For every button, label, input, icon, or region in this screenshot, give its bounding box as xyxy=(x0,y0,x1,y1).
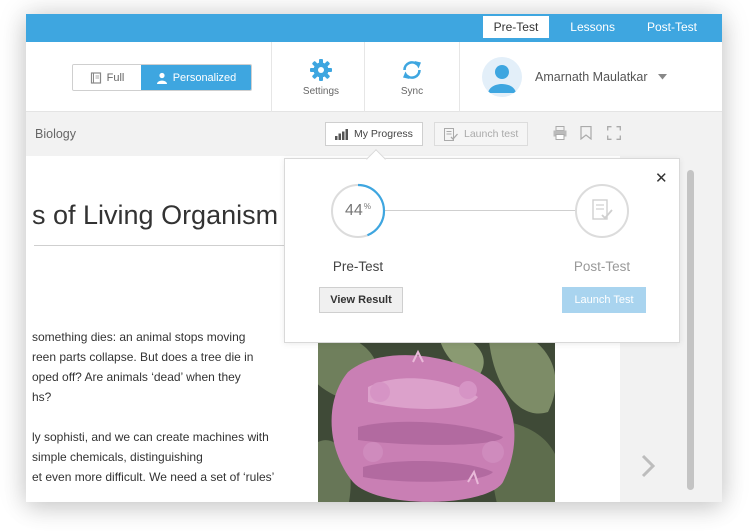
person-icon xyxy=(156,72,167,84)
settings-label: Settings xyxy=(302,85,340,97)
header-divider xyxy=(364,42,365,112)
pre-test-percent-value: 44 xyxy=(345,202,363,219)
tab-post-test[interactable]: Post-Test xyxy=(636,16,708,38)
pre-test-percent: 44% xyxy=(345,201,371,220)
bar-chart-icon xyxy=(335,128,348,140)
my-progress-button[interactable]: My Progress xyxy=(325,122,423,146)
launch-test-button[interactable]: Launch test xyxy=(434,122,529,146)
paragraph-line: oped off? Are animals ‘dead’ when they xyxy=(32,370,241,384)
chevron-down-icon[interactable] xyxy=(657,74,667,80)
paragraph-line: et even more difficult. We need a set of… xyxy=(32,470,275,484)
top-nav-tabs: Pre-Test Lessons Post-Test xyxy=(473,16,708,38)
my-progress-label: My Progress xyxy=(354,128,413,140)
settings-button[interactable]: Settings xyxy=(288,42,354,112)
view-personalized-button[interactable]: Personalized xyxy=(141,65,251,90)
page-title: s of Living Organism xyxy=(32,200,279,230)
paragraph-line: ly sophisti, and we can create machines … xyxy=(32,430,269,444)
view-result-button[interactable]: View Result xyxy=(319,287,403,313)
post-test-progress-ring xyxy=(574,183,630,239)
view-full-button[interactable]: Full xyxy=(73,65,141,90)
progress-popup: ✕ 44% Pre-Test Post-Test View Result Lau… xyxy=(284,158,680,343)
view-mode-toggle: Full Personalized xyxy=(72,64,252,91)
progress-connector xyxy=(385,210,577,211)
paragraph-line: reen parts collapse. But does a tree die… xyxy=(32,350,254,364)
app-window: Pre-Test Lessons Post-Test Full Personal… xyxy=(26,14,722,502)
header-divider xyxy=(459,42,460,112)
pre-test-progress-ring: 44% xyxy=(330,183,386,239)
launch-test-popup-button[interactable]: Launch Test xyxy=(562,287,646,313)
book-icon xyxy=(90,71,101,84)
paragraph-line: hs? xyxy=(32,390,52,404)
content-image xyxy=(318,332,555,502)
sync-label: Sync xyxy=(400,85,424,97)
header-toolbar: Full Personalized Settings Sync Amarnath… xyxy=(26,42,722,112)
paragraph-2: ly sophisti, and we can create machines … xyxy=(32,427,274,487)
bookmark-icon[interactable] xyxy=(580,126,592,140)
paragraph-1: something dies: an animal stops moving r… xyxy=(32,327,253,407)
view-personalized-label: Personalized xyxy=(172,71,237,84)
gear-icon xyxy=(310,58,332,81)
paragraph-line: something dies: an animal stops moving xyxy=(32,330,246,344)
sync-button[interactable]: Sync xyxy=(379,42,445,112)
top-nav-bar: Pre-Test Lessons Post-Test xyxy=(26,14,722,42)
avatar xyxy=(482,57,522,97)
scrollbar[interactable] xyxy=(687,170,694,490)
fullscreen-icon[interactable] xyxy=(607,126,621,140)
view-full-label: Full xyxy=(106,71,125,84)
tab-pre-test[interactable]: Pre-Test xyxy=(482,16,550,38)
test-sheet-icon xyxy=(444,127,458,141)
user-name: Amarnath Maulatkar xyxy=(535,70,648,84)
pre-test-label: Pre-Test xyxy=(332,259,384,274)
title-divider xyxy=(34,245,314,246)
breadcrumb[interactable]: Biology xyxy=(35,127,76,141)
user-menu[interactable]: Amarnath Maulatkar xyxy=(482,57,667,97)
print-icon[interactable] xyxy=(553,126,567,140)
header-divider xyxy=(271,42,272,112)
paragraph-line: simple chemicals, distinguishing xyxy=(32,450,203,464)
close-icon[interactable]: ✕ xyxy=(655,169,668,187)
tab-lessons[interactable]: Lessons xyxy=(559,16,626,38)
launch-test-label: Launch test xyxy=(464,128,519,140)
user-avatar-icon xyxy=(482,57,522,97)
chevron-right-icon[interactable] xyxy=(640,454,656,478)
sync-icon xyxy=(403,60,421,79)
post-test-label: Post-Test xyxy=(573,259,631,274)
